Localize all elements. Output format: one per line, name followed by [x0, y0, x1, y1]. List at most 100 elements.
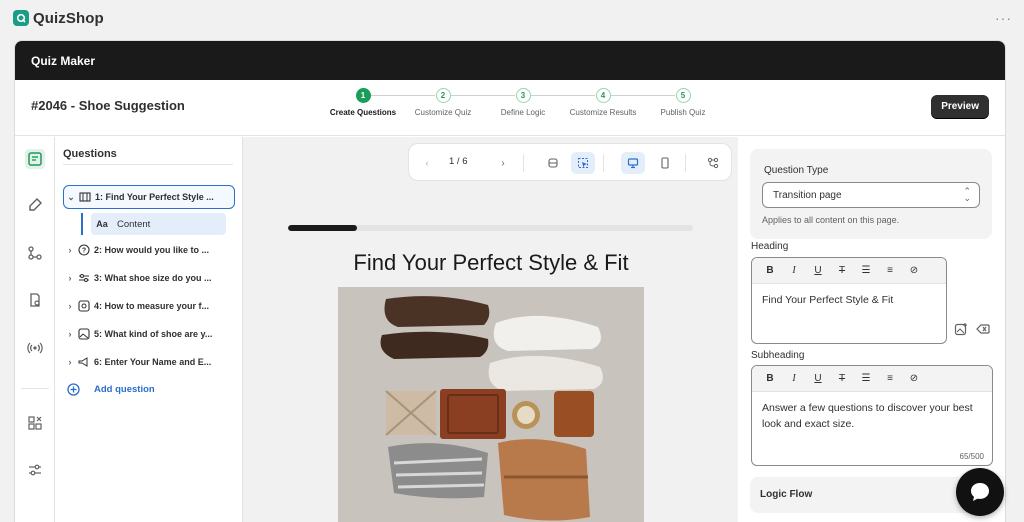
link-icon[interactable]: ⊘ — [902, 265, 926, 276]
apps-icon[interactable] — [25, 413, 45, 433]
question-item-5[interactable]: › 5: What kind of shoe are y... — [63, 323, 235, 345]
settings-sliders-icon[interactable] — [25, 460, 45, 480]
settings-panel: Question Type Transition page ⌃ ⌄ Applies… — [738, 137, 1005, 522]
subheading-editor[interactable]: B I U T ☰ ≡ ⊘ Answer a few questions to … — [751, 365, 993, 466]
chat-bubble-button[interactable] — [956, 468, 1004, 516]
step-create-questions[interactable]: 1 Create Questions — [323, 88, 403, 117]
chevron-right-icon[interactable]: › — [63, 273, 77, 283]
bold-icon[interactable]: B — [758, 373, 782, 384]
numbered-list-icon[interactable]: ≡ — [878, 373, 902, 384]
step-customize-quiz[interactable]: 2 Customize Quiz — [403, 88, 483, 117]
logic-map-icon[interactable] — [701, 152, 725, 174]
question-type-help: Applies to all content on this page. — [762, 215, 900, 225]
tool-rail — [15, 137, 55, 522]
numbered-list-icon[interactable]: ≡ — [878, 265, 902, 276]
step-number: 4 — [595, 88, 611, 103]
mobile-view-icon[interactable] — [653, 152, 677, 174]
bullet-list-icon[interactable]: ☰ — [854, 265, 878, 276]
megaphone-icon — [77, 355, 91, 369]
divider — [63, 164, 233, 165]
progress-stepper: 1 Create Questions 2 Customize Quiz 3 De… — [315, 88, 715, 128]
shoes-flatlay-image[interactable] — [338, 287, 644, 522]
brush-icon[interactable] — [25, 195, 45, 215]
window-title: Quiz Maker — [15, 41, 1005, 80]
step-publish-quiz[interactable]: 5 Publish Quiz — [643, 88, 723, 117]
link-icon[interactable]: ⊘ — [902, 373, 926, 384]
logic-branch-icon[interactable] — [25, 243, 45, 263]
question-item-4[interactable]: › 4: How to measure your f... — [63, 295, 235, 317]
fit-height-icon[interactable] — [541, 152, 565, 174]
subheading-format-toolbar: B I U T ☰ ≡ ⊘ — [752, 366, 992, 392]
prev-page-icon[interactable]: ‹ — [415, 152, 439, 174]
quiz-progress-bar — [288, 225, 693, 231]
content-label: Content — [117, 218, 151, 230]
transition-icon — [78, 190, 92, 204]
subheading-text[interactable]: Answer a few questions to discover your … — [752, 392, 992, 440]
results-page-icon[interactable] — [25, 290, 45, 310]
broadcast-icon[interactable] — [25, 338, 45, 358]
chevron-right-icon[interactable]: › — [63, 301, 77, 311]
step-number: 3 — [515, 88, 531, 103]
question-type-section: Question Type Transition page ⌃ ⌄ Applies… — [750, 149, 992, 239]
step-label: Create Questions — [329, 108, 397, 117]
question-item-2[interactable]: › ? 2: How would you like to ... — [63, 239, 235, 261]
question-title: 3: What shoe size do you ... — [94, 273, 212, 283]
underline-icon[interactable]: U — [806, 373, 830, 384]
preview-canvas: ‹ 1 / 6 › Find Your Perfect Style & Fit — [243, 137, 738, 522]
question-title: 2: How would you like to ... — [94, 245, 210, 255]
heading-text[interactable]: Find Your Perfect Style & Fit — [752, 284, 946, 316]
step-label: Define Logic — [500, 108, 546, 117]
chevron-right-icon[interactable]: › — [63, 357, 77, 367]
question-item-3[interactable]: › 3: What shoe size do you ... — [63, 267, 235, 289]
italic-icon[interactable]: I — [782, 373, 806, 384]
question-circle-icon: ? — [77, 243, 91, 257]
strikethrough-icon[interactable]: T — [830, 373, 854, 384]
preview-button[interactable]: Preview — [931, 95, 989, 118]
italic-icon[interactable]: I — [782, 265, 806, 276]
heading-side-actions — [954, 322, 990, 336]
step-number: 1 — [355, 88, 371, 103]
progress-fill — [288, 225, 357, 231]
add-image-icon[interactable] — [954, 322, 968, 336]
add-question-label: Add question — [94, 384, 155, 395]
chevron-right-icon[interactable]: › — [63, 329, 77, 339]
heading-editor[interactable]: B I U T ☰ ≡ ⊘ Find Your Perfect Style & … — [751, 257, 947, 344]
question-type-select[interactable]: Transition page ⌃ ⌄ — [762, 182, 980, 208]
preview-heading[interactable]: Find Your Perfect Style & Fit — [251, 250, 731, 276]
quiz-maker-card: Quiz Maker #2046 - Shoe Suggestion 1 Cre… — [14, 40, 1006, 522]
canvas-toolbar: ‹ 1 / 6 › — [408, 143, 732, 181]
underline-icon[interactable]: U — [806, 265, 830, 276]
text-format-icon: Aa — [96, 219, 108, 229]
character-count: 65/500 — [959, 452, 984, 461]
question-item-1[interactable]: ⌄ 1: Find Your Perfect Style ... — [63, 185, 235, 209]
question-title: 4: How to measure your f... — [94, 301, 210, 311]
question-item-6[interactable]: › 6: Enter Your Name and E... — [63, 351, 235, 373]
toolbar-divider — [523, 154, 524, 172]
step-number: 5 — [675, 88, 691, 103]
clear-text-icon[interactable] — [976, 322, 990, 336]
step-define-logic[interactable]: 3 Define Logic — [483, 88, 563, 117]
ruler-icon — [77, 299, 91, 313]
app-bar: QuizShop ··· — [0, 0, 1024, 38]
content-item[interactable]: Aa Content — [91, 213, 226, 235]
more-options-icon[interactable]: ··· — [995, 10, 1012, 26]
strikethrough-icon[interactable]: T — [830, 265, 854, 276]
sliders-icon — [77, 271, 91, 285]
question-type-value: Transition page — [773, 189, 842, 201]
step-customize-results[interactable]: 4 Customize Results — [563, 88, 643, 117]
next-page-icon[interactable]: › — [491, 152, 515, 174]
toolbar-divider — [685, 154, 686, 172]
chat-icon — [971, 483, 989, 501]
desktop-view-icon[interactable] — [621, 152, 645, 174]
edit-questions-icon[interactable] — [25, 149, 45, 169]
chevron-down-icon[interactable]: ⌄ — [64, 192, 78, 203]
bullet-list-icon[interactable]: ☰ — [854, 373, 878, 384]
page-indicator: 1 / 6 — [449, 156, 468, 167]
add-question-button[interactable]: Add question — [67, 383, 155, 396]
bold-icon[interactable]: B — [758, 265, 782, 276]
question-title: 5: What kind of shoe are y... — [94, 329, 213, 339]
plus-circle-icon — [67, 383, 80, 396]
chevron-right-icon[interactable]: › — [63, 245, 77, 255]
select-element-icon[interactable] — [571, 152, 595, 174]
heading-format-toolbar: B I U T ☰ ≡ ⊘ — [752, 258, 946, 284]
